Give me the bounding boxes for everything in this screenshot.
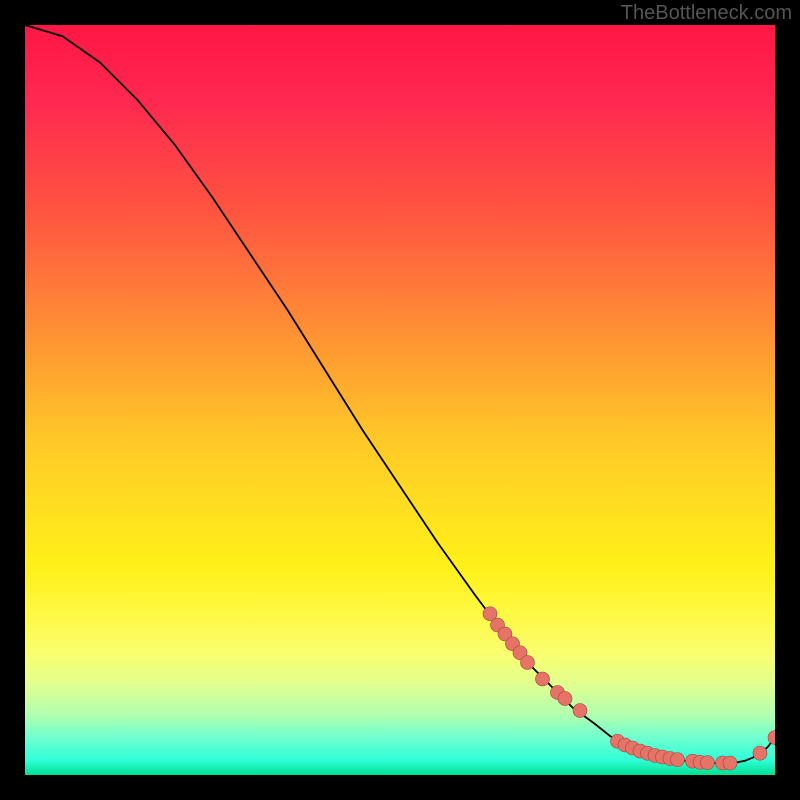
data-dots [483, 607, 775, 770]
watermark-text: TheBottleneck.com [621, 2, 792, 25]
curve-overlay [25, 25, 775, 775]
data-dot [723, 756, 737, 770]
data-dot [558, 692, 572, 706]
data-dot [701, 756, 715, 770]
data-dot [753, 746, 767, 760]
main-curve [25, 25, 775, 763]
data-dot [536, 672, 550, 686]
data-dot [671, 753, 685, 767]
data-dot [521, 656, 535, 670]
data-dot [768, 731, 775, 745]
chart-area [25, 25, 775, 775]
data-dot [573, 704, 587, 718]
